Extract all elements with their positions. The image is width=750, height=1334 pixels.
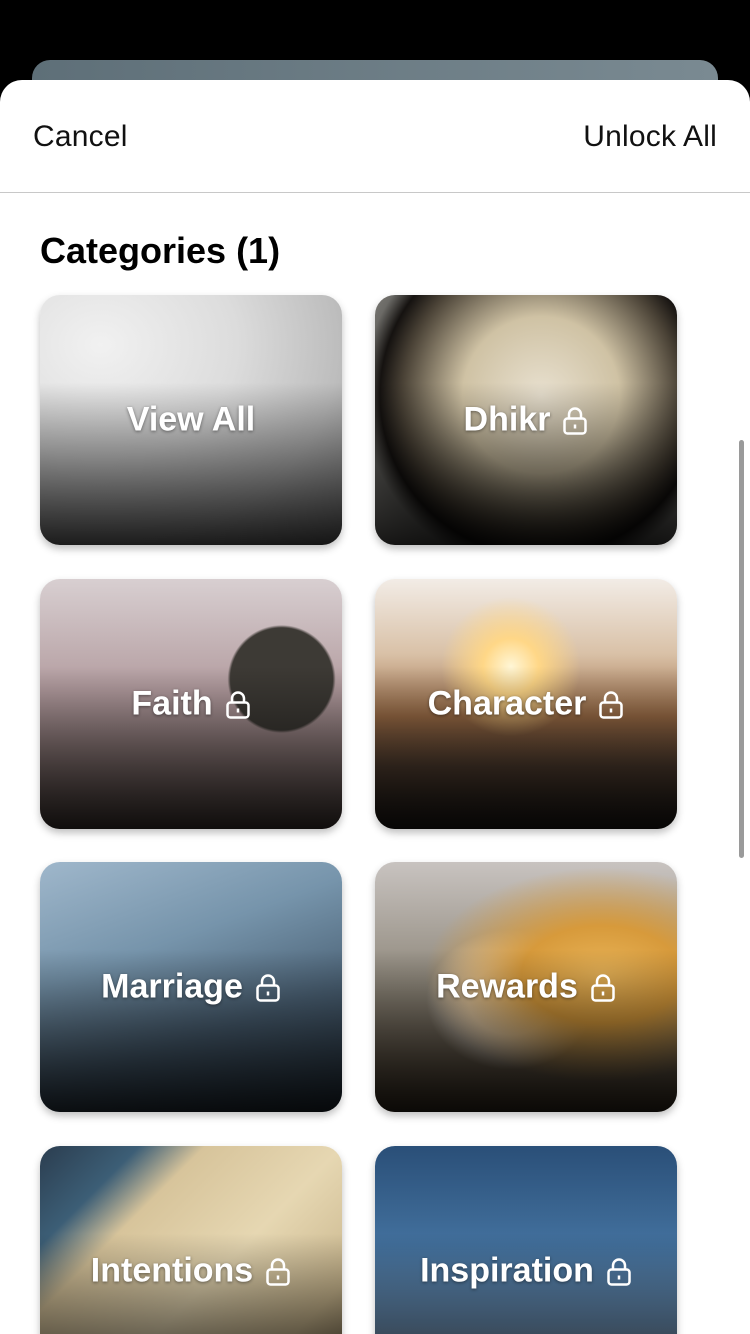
categories-heading: Categories (1) [40,230,281,271]
category-tile-rewards[interactable]: Rewards [375,862,677,1112]
cancel-button[interactable]: Cancel [33,120,128,154]
category-tile-dhikr[interactable]: Dhikr [375,295,677,545]
category-label: Faith [131,684,213,723]
category-label: Character [427,684,587,723]
category-label: Inspiration [420,1251,594,1290]
category-tile-faith[interactable]: Faith [40,579,342,829]
category-label: Rewards [436,967,578,1006]
category-label: Dhikr [463,400,551,439]
category-label: View All [126,400,256,439]
category-tile-character[interactable]: Character [375,579,677,829]
navigation-bar: Cancel Unlock All [0,80,750,193]
scrollbar[interactable] [739,440,744,858]
category-label: Marriage [101,967,243,1006]
category-label: Intentions [90,1251,254,1290]
lock-icon [606,1256,632,1286]
unlock-all-button[interactable]: Unlock All [583,120,717,154]
category-tile-inspiration[interactable]: Inspiration [375,1146,677,1334]
lock-icon [225,689,251,719]
lock-icon [265,1256,291,1286]
lock-icon [598,689,624,719]
lock-icon [255,972,281,1002]
lock-icon [562,405,588,435]
category-tile-marriage[interactable]: Marriage [40,862,342,1112]
category-tile-view-all[interactable]: View All [40,295,342,545]
category-tile-intentions[interactable]: Intentions [40,1146,342,1334]
categories-sheet: Cancel Unlock All Categories (1) View Al… [0,80,750,1334]
lock-icon [590,972,616,1002]
